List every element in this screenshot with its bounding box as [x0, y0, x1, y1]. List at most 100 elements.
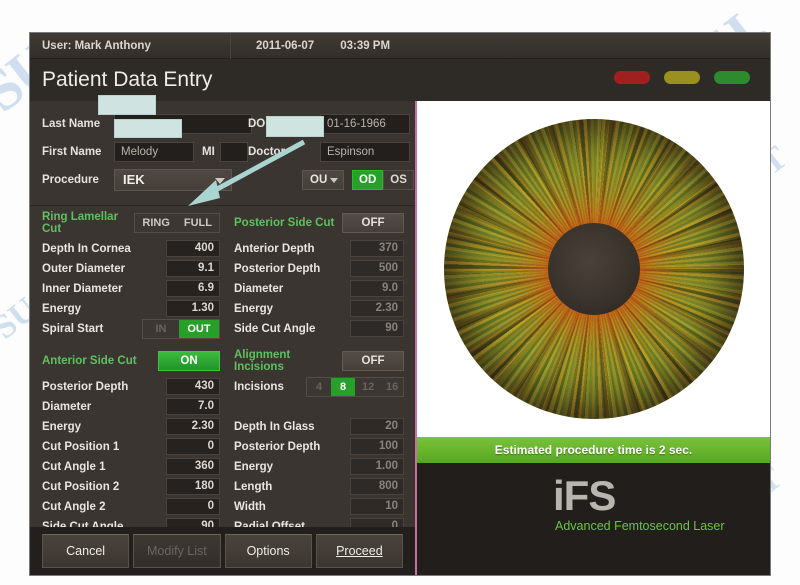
spiral-in-option[interactable]: IN	[143, 320, 179, 338]
ring-mode-ring-option[interactable]: RING	[135, 214, 177, 232]
incisions-count-selector[interactable]: 4 8 12 16	[306, 376, 404, 397]
table-row: Depth In Cornea 400	[42, 239, 220, 258]
eye-image-view[interactable]	[417, 101, 770, 437]
posterior-side-cut-toggle[interactable]: OFF	[342, 213, 404, 233]
table-row: Cut Position 2 180	[42, 477, 220, 496]
options-button[interactable]: Options	[224, 534, 312, 568]
yellow-indicator-icon	[664, 71, 700, 84]
system-time: 03:39 PM	[340, 39, 391, 52]
row-label: Width	[234, 500, 266, 513]
section-anterior-side-cut: Anterior Side Cut ON Posterior Depth 430…	[42, 351, 220, 535]
eye-dropdown-value: OU	[310, 174, 328, 186]
incisions-row: Incisions 4 8 12 16	[234, 376, 404, 397]
row-value[interactable]: 90	[350, 320, 404, 337]
row-value[interactable]: 180	[166, 478, 220, 495]
procedure-row: Procedure IEK	[42, 169, 232, 191]
ifs-tagline: Advanced Femtosecond Laser	[555, 519, 725, 533]
row-value[interactable]: 500	[350, 260, 404, 277]
spiral-out-option[interactable]: OUT	[179, 319, 219, 338]
incisions-option-12[interactable]: 12	[355, 378, 379, 396]
incisions-option-4[interactable]: 4	[307, 378, 331, 396]
pupil	[547, 223, 640, 315]
row-label: Cut Position 2	[42, 480, 120, 493]
row-value[interactable]: 10	[350, 498, 404, 515]
row-value[interactable]: 0	[166, 498, 220, 515]
anterior-side-cut-toggle[interactable]: ON	[158, 351, 220, 371]
spiral-start-label: Spiral Start	[42, 322, 104, 335]
row-value[interactable]: 0	[166, 438, 220, 455]
row-value[interactable]: 20	[350, 418, 404, 435]
table-row: Outer Diameter 9.1	[42, 259, 220, 278]
procedure-dropdown[interactable]: IEK	[114, 169, 232, 191]
row-value[interactable]: 400	[166, 240, 220, 257]
row-label: Cut Angle 2	[42, 500, 106, 513]
spiral-start-toggle[interactable]: IN OUT	[142, 318, 220, 339]
alignment-incisions-header: Alignment Incisions OFF	[234, 349, 404, 373]
incisions-label: Incisions	[234, 380, 284, 393]
row-label: Diameter	[42, 400, 92, 413]
table-row: Length 800	[234, 477, 404, 496]
posterior-side-cut-header: Posterior Side Cut OFF	[234, 213, 404, 233]
application-window: User: Mark Anthony 2011-06-07 03:39 PM P…	[30, 32, 770, 575]
anterior-side-cut-title: Anterior Side Cut	[42, 355, 137, 367]
patient-identity-form: Last Name First Name Melody MI Procedure…	[30, 101, 415, 206]
red-indicator-icon	[614, 71, 650, 84]
table-row: Anterior Depth 370	[234, 239, 404, 258]
brand-panel: iFS Advanced Femtosecond Laser	[417, 463, 770, 575]
estimated-time-text: Estimated procedure time is 2 sec.	[494, 443, 693, 457]
row-value[interactable]: 6.9	[166, 280, 220, 297]
row-value[interactable]: 7.0	[166, 398, 220, 415]
row-value[interactable]: 360	[166, 458, 220, 475]
row-label: Inner Diameter	[42, 282, 123, 295]
visualization-column: Estimated procedure time is 2 sec. iFS A…	[415, 101, 770, 575]
row-value[interactable]: 1.30	[166, 300, 220, 317]
modify-list-button[interactable]: Modify List	[133, 534, 221, 568]
incisions-option-8[interactable]: 8	[331, 377, 355, 396]
chevron-down-icon	[330, 178, 338, 183]
ifs-logo: iFS	[553, 472, 616, 519]
table-row: Inner Diameter 6.9	[42, 279, 220, 298]
row-value[interactable]: 370	[350, 240, 404, 257]
first-name-input[interactable]: Melody	[114, 142, 194, 162]
cancel-button[interactable]: Cancel	[42, 534, 130, 568]
indicator-lamps	[614, 71, 750, 84]
table-row: Energy 2.30	[234, 299, 404, 318]
row-label: Side Cut Angle	[234, 322, 316, 335]
eye-os-button[interactable]: OS	[383, 170, 414, 190]
row-label: Outer Diameter	[42, 262, 126, 275]
ring-mode-toggle[interactable]: RING FULL	[134, 213, 220, 233]
doctor-label: Doctor	[248, 146, 286, 158]
dob-input[interactable]: 01-16-1966	[320, 114, 410, 134]
row-value[interactable]: 9.1	[166, 260, 220, 277]
doctor-input[interactable]: Espinson	[320, 142, 410, 162]
table-row: Diameter 7.0	[42, 397, 220, 416]
row-value[interactable]: 800	[350, 478, 404, 495]
row-label: Posterior Depth	[42, 380, 129, 393]
row-value[interactable]: 2.30	[350, 300, 404, 317]
row-value[interactable]: 100	[350, 438, 404, 455]
table-row: Cut Position 1 0	[42, 437, 220, 456]
system-date: 2011-06-07	[256, 39, 315, 52]
table-row: Posterior Depth 430	[42, 377, 220, 396]
row-label: Cut Angle 1	[42, 460, 106, 473]
ring-mode-full-option[interactable]: FULL	[177, 214, 219, 232]
table-row: Cut Angle 2 0	[42, 497, 220, 516]
procedure-label: Procedure	[42, 174, 99, 186]
mi-input[interactable]	[219, 142, 248, 162]
eye-od-button[interactable]: OD	[352, 170, 384, 190]
row-value[interactable]: 1.00	[350, 458, 404, 475]
row-value[interactable]: 430	[166, 378, 220, 395]
posterior-side-cut-title: Posterior Side Cut	[234, 217, 335, 229]
eye-dropdown[interactable]: OU	[302, 170, 344, 190]
section-ring-lamellar-cut: Ring Lamellar Cut RING FULL Depth In Cor…	[42, 211, 220, 339]
chevron-down-icon	[215, 178, 225, 184]
incisions-option-16[interactable]: 16	[379, 378, 403, 396]
table-row: Posterior Depth 500	[234, 259, 404, 278]
doctor-row: Doctor Espinson	[248, 142, 410, 162]
table-row: Depth In Glass 20	[234, 417, 404, 436]
proceed-button[interactable]: Proceed	[315, 534, 403, 568]
alignment-incisions-toggle[interactable]: OFF	[342, 351, 404, 371]
row-value[interactable]: 9.0	[350, 280, 404, 297]
row-label: Anterior Depth	[234, 242, 315, 255]
row-value[interactable]: 2.30	[166, 418, 220, 435]
